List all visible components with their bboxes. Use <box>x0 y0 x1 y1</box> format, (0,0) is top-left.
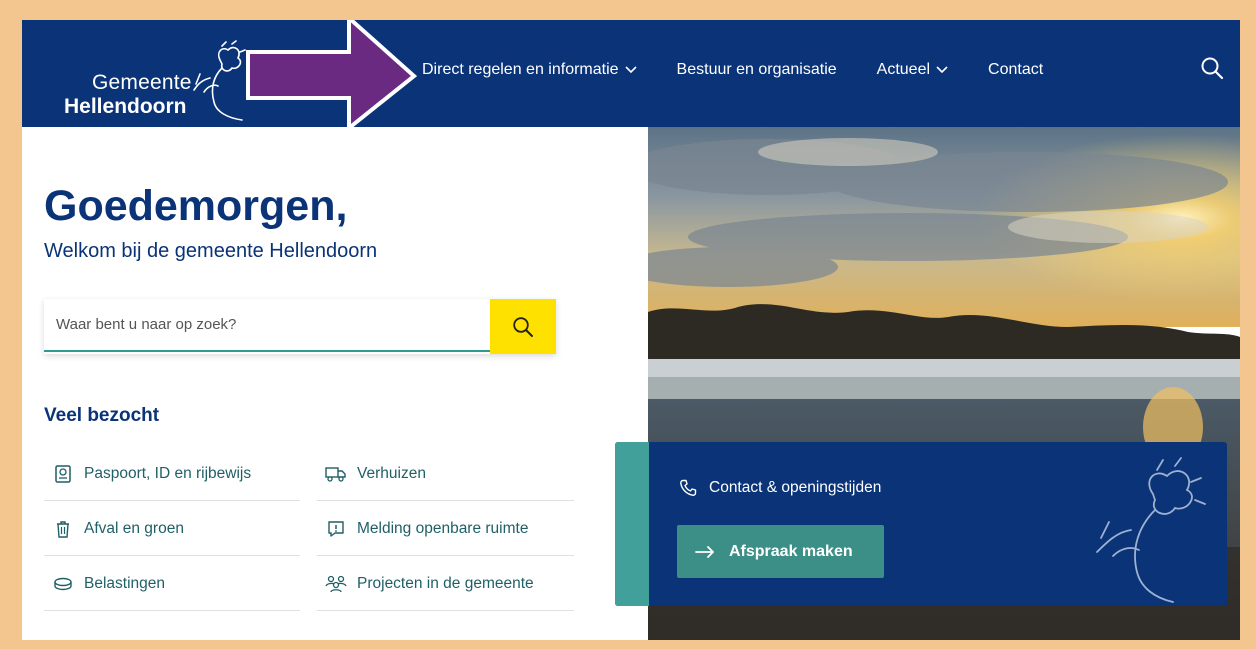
header-search-button[interactable] <box>1200 56 1224 85</box>
annotation-arrow-icon <box>246 20 418 133</box>
nav-actueel[interactable]: Actueel <box>877 61 948 79</box>
veel-bezocht-heading: Veel bezocht <box>44 405 160 426</box>
people-icon <box>325 573 347 595</box>
site-logo[interactable]: Gemeente Hellendoorn <box>42 34 246 121</box>
list-item-melding[interactable]: Melding openbare ruimte <box>317 502 574 556</box>
list-item-paspoort[interactable]: Paspoort, ID en rijbewijs <box>44 447 300 501</box>
nav-contact[interactable]: Contact <box>988 61 1043 79</box>
contact-label: Contact & openingstijden <box>709 479 882 496</box>
alert-message-icon <box>325 518 347 540</box>
intro-section: Goedemorgen, Welkom bij de gemeente Hell… <box>22 127 648 640</box>
passport-icon <box>52 463 74 485</box>
contact-link[interactable]: Contact & openingstijden <box>679 479 881 497</box>
list-item-label: Projecten in de gemeente <box>357 574 534 592</box>
list-item-belastingen[interactable]: Belastingen <box>44 557 300 611</box>
search-box <box>44 299 556 354</box>
list-item-label: Belastingen <box>84 574 166 592</box>
site-header: Gemeente Hellendoorn Direct regelen en i… <box>22 20 1240 127</box>
nav-contact-label: Contact <box>988 61 1044 78</box>
nav-actueel-label: Actueel <box>876 61 931 78</box>
search-icon <box>1201 57 1224 80</box>
search-icon <box>513 316 533 337</box>
list-item-label: Verhuizen <box>357 464 426 482</box>
arrow-right-icon <box>695 545 714 558</box>
nav-direct-regelen[interactable]: Direct regelen en informatie <box>422 61 637 79</box>
search-button[interactable] <box>490 299 556 354</box>
logo-line2: Hellendoorn <box>64 95 187 118</box>
afspraak-maken-button[interactable]: Afspraak maken <box>677 525 884 578</box>
main-nav: Direct regelen en informatie Bestuur en … <box>422 61 1083 79</box>
deer-logo-icon <box>193 40 246 121</box>
afspraak-maken-label: Afspraak maken <box>729 542 853 560</box>
chevron-down-icon <box>624 66 637 74</box>
coins-icon <box>52 573 74 595</box>
phone-icon <box>680 479 697 496</box>
welcome-text: Welkom bij de gemeente Hellendoorn <box>44 240 378 262</box>
nav-bestuur[interactable]: Bestuur en organisatie <box>677 61 837 79</box>
list-item-label: Paspoort, ID en rijbewijs <box>84 464 252 482</box>
list-item-verhuizen[interactable]: Verhuizen <box>317 447 574 501</box>
list-item-label: Melding openbare ruimte <box>357 519 529 537</box>
deer-watermark-icon <box>1096 457 1206 603</box>
greeting-heading: Goedemorgen, <box>44 182 348 230</box>
list-item-label: Afval en groen <box>84 519 184 537</box>
contact-card: Contact & openingstijden Afspraak maken <box>615 442 1227 606</box>
card-accent-strip <box>615 442 649 606</box>
search-input[interactable] <box>44 299 490 352</box>
list-item-projecten[interactable]: Projecten in de gemeente <box>317 557 574 611</box>
page-frame: Gemeente Hellendoorn Direct regelen en i… <box>22 20 1240 640</box>
trash-icon <box>52 518 74 540</box>
nav-bestuur-label: Bestuur en organisatie <box>676 61 837 78</box>
truck-icon <box>325 463 347 485</box>
logo-line1: Gemeente <box>92 71 192 94</box>
nav-direct-regelen-label: Direct regelen en informatie <box>422 61 619 78</box>
chevron-down-icon <box>936 66 948 74</box>
list-item-afval[interactable]: Afval en groen <box>44 502 300 556</box>
